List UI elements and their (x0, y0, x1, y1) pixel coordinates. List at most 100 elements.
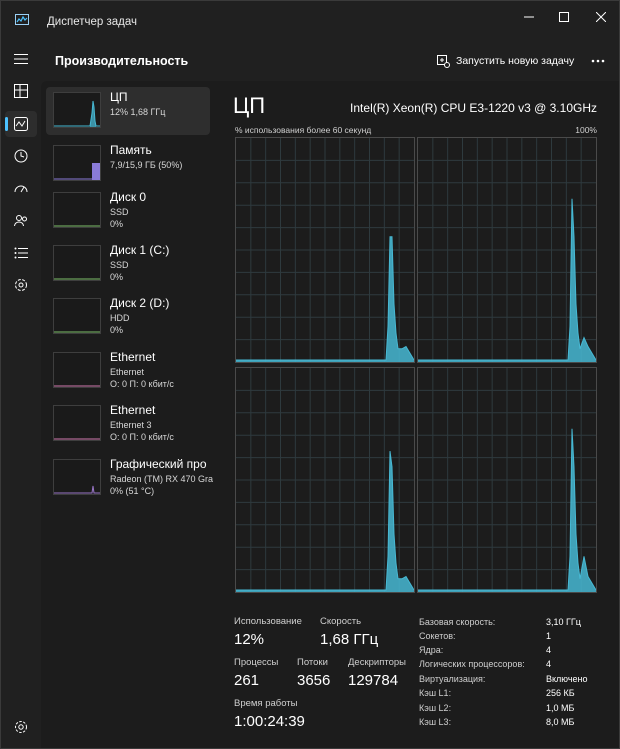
device-usage: 0% (110, 325, 124, 335)
device-name: Ethernet (110, 350, 156, 364)
core-graph-svg (418, 368, 596, 592)
device-type: SSD (110, 260, 129, 270)
spec-label: Кэш L1: (419, 688, 452, 698)
users-icon (14, 215, 27, 227)
device-thumbnail (53, 145, 101, 181)
device-disk-0[interactable]: Диск 0 SSD 0% (46, 187, 210, 235)
disk-mini-graph (54, 278, 100, 280)
task-manager-window: Диспетчер задач Производительность Запус… (0, 0, 620, 749)
more-options-button[interactable] (587, 51, 609, 71)
nav-menu-button[interactable] (5, 46, 37, 72)
gpu-mini-graph (54, 485, 100, 494)
device-disk-2[interactable]: Диск 2 (D:) HDD 0% (46, 293, 210, 341)
spec-value: 4 (546, 645, 552, 655)
device-cpu[interactable]: ЦП 12% 1,68 ГГц (46, 87, 210, 135)
gpu-usage: 0% (51 °C) (110, 486, 155, 496)
spec-value: 1 (546, 631, 552, 641)
handles-value: 129784 (348, 672, 399, 689)
uptime-label: Время работы (234, 698, 298, 709)
nav-settings[interactable] (5, 714, 37, 740)
device-type: SSD (110, 207, 129, 217)
device-name: Графический про (110, 457, 207, 471)
device-usage: 0% (110, 219, 124, 229)
detail-title: ЦП (233, 93, 266, 118)
adapter-name: Ethernet (110, 367, 145, 377)
close-button[interactable] (581, 7, 620, 27)
nav-processes[interactable] (5, 78, 37, 104)
details-icon (14, 247, 28, 259)
device-detail: 12% 1,68 ГГц (110, 107, 166, 117)
more-icon (591, 59, 605, 63)
core-graph-svg (236, 138, 414, 362)
adapter-name: Ethernet 3 (110, 420, 152, 430)
spec-label: Виртуализация: (419, 674, 486, 684)
nav-app-history[interactable] (5, 143, 37, 169)
minimize-icon (524, 16, 534, 18)
title-bar: Диспетчер задач (1, 1, 619, 37)
spec-label: Ядра: (419, 645, 444, 655)
spec-label: Кэш L3: (419, 717, 452, 727)
maximize-button[interactable] (544, 7, 584, 27)
device-ethernet-3[interactable]: Ethernet Ethernet 3 О: 0 П: 0 кбит/с (46, 400, 210, 448)
spec-value: 256 КБ (546, 688, 575, 698)
device-thumbnail (53, 405, 101, 441)
device-thumbnail (53, 192, 101, 228)
page-title: Производительность (55, 54, 189, 68)
startup-icon (14, 185, 28, 193)
usage-value: 12% (234, 631, 265, 648)
run-task-icon (437, 54, 450, 68)
spec-value: 1,0 МБ (546, 703, 575, 713)
device-thumbnail (53, 245, 101, 281)
device-name: Диск 1 (C:) (110, 243, 170, 257)
device-disk-1[interactable]: Диск 1 (C:) SSD 0% (46, 240, 210, 288)
gpu-model: Radeon (TM) RX 470 Gra (110, 474, 214, 484)
device-name: Диск 0 (110, 190, 147, 204)
spec-label: Логических процессоров: (419, 659, 525, 669)
core-graph-1 (235, 137, 415, 363)
throughput: О: 0 П: 0 кбит/с (110, 432, 174, 442)
core-graph-svg (418, 138, 596, 362)
cpu-model: Intel(R) Xeon(R) CPU E3-1220 v3 @ 3.10GH… (350, 101, 597, 115)
nav-users[interactable] (5, 208, 37, 234)
spec-label: Сокетов: (419, 631, 456, 641)
history-icon (14, 149, 28, 163)
speed-label: Скорость (320, 616, 362, 627)
run-new-task-button[interactable]: Запустить новую задачу (437, 51, 574, 71)
processes-value: 261 (234, 672, 260, 689)
spec-value: 3,10 ГГц (546, 617, 581, 627)
task-manager-app-icon (15, 14, 29, 25)
speed-value: 1,68 ГГц (320, 631, 379, 648)
hamburger-icon (14, 54, 28, 64)
window-title: Диспетчер задач (47, 16, 137, 28)
nav-services[interactable] (5, 272, 37, 298)
selected-indicator (5, 117, 8, 131)
nav-details[interactable] (5, 240, 37, 266)
close-icon (596, 12, 606, 22)
network-mini-graph (54, 385, 100, 387)
services-icon (15, 279, 27, 291)
device-gpu[interactable]: Графический про Radeon (TM) RX 470 Gra 0… (46, 454, 214, 502)
device-memory[interactable]: Память 7,9/15,9 ГБ (50%) (46, 140, 210, 188)
nav-performance[interactable] (5, 111, 37, 137)
device-ethernet[interactable]: Ethernet Ethernet О: 0 П: 0 кбит/с (46, 347, 210, 395)
nav-startup[interactable] (5, 176, 37, 202)
disk-mini-graph (54, 225, 100, 227)
device-detail: 7,9/15,9 ГБ (50%) (110, 160, 183, 170)
device-usage: 0% (110, 272, 124, 282)
device-name: ЦП (110, 90, 128, 104)
maximize-icon (559, 12, 569, 22)
minimize-button[interactable] (509, 7, 549, 27)
core-graph-svg (236, 368, 414, 592)
graph-max-label: 100% (575, 125, 597, 135)
memory-mini-graph (54, 163, 100, 180)
run-task-label: Запустить новую задачу (456, 55, 575, 67)
threads-value: 3656 (297, 672, 331, 689)
device-thumbnail (53, 352, 101, 388)
spec-value: 8,0 МБ (546, 717, 575, 727)
performance-icon (14, 117, 28, 131)
threads-label: Потоки (297, 657, 328, 668)
core-graph-3 (235, 367, 415, 593)
device-name: Диск 2 (D:) (110, 296, 170, 310)
usage-label: Использование (234, 616, 302, 627)
spec-label: Кэш L2: (419, 703, 452, 713)
